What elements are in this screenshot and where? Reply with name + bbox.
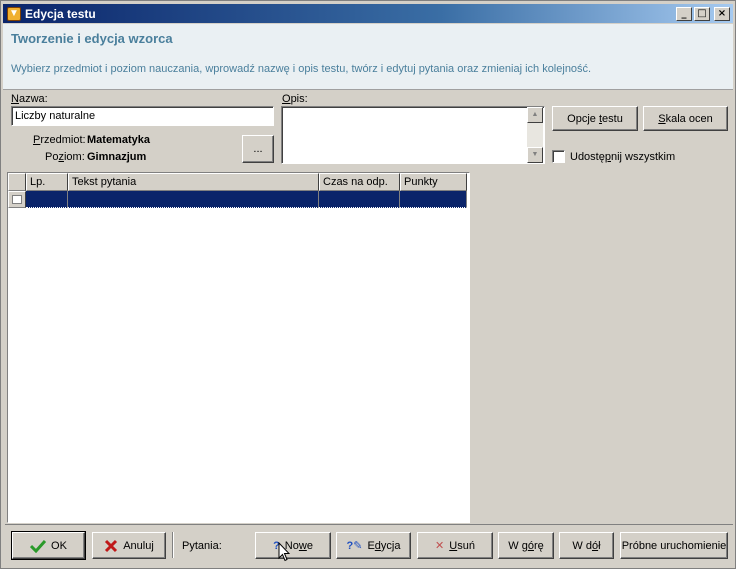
minimize-icon[interactable]: _ — [676, 6, 692, 21]
header-panel: Tworzenie i edycja wzorca Wybierz przedm… — [3, 24, 733, 90]
browse-subject-button[interactable]: ... — [242, 135, 274, 163]
cell-number[interactable] — [26, 191, 68, 208]
maximize-icon[interactable]: □ — [694, 6, 710, 21]
subject-value: Matematyka — [87, 134, 150, 146]
header-title: Tworzenie i edycja wzorca — [11, 31, 173, 46]
cell-points[interactable] — [400, 191, 467, 208]
level-label: Poziom: — [45, 151, 85, 163]
description-textarea[interactable]: ▲ ▼ — [281, 106, 545, 164]
move-down-button[interactable]: W dół — [559, 532, 614, 559]
grid-header: Lp. Tekst pytania Czas na odp. Punkty — [8, 173, 467, 191]
name-label: Nazwa: — [11, 93, 48, 105]
close-icon[interactable]: × — [714, 6, 730, 21]
questions-grid[interactable]: Lp. Tekst pytania Czas na odp. Punkty — [7, 172, 470, 523]
column-header-answer-time[interactable]: Czas na odp. — [319, 173, 400, 191]
table-row[interactable] — [8, 191, 467, 208]
ok-label: OK — [51, 539, 67, 552]
questions-label: Pytania: — [182, 540, 222, 552]
grid-corner — [8, 173, 26, 191]
mouse-cursor-icon — [278, 542, 290, 562]
subject-label: Przedmiot: — [33, 134, 86, 146]
toolbar-separator — [172, 532, 174, 558]
header-description: Wybierz przedmiot i poziom nauczania, wp… — [11, 63, 592, 75]
cancel-button[interactable]: Anuluj — [92, 532, 166, 559]
description-scrollbar[interactable]: ▲ ▼ — [527, 107, 543, 163]
column-header-number[interactable]: Lp. — [26, 173, 68, 191]
move-up-button[interactable]: W górę — [498, 532, 554, 559]
delete-question-icon: ✕ — [435, 540, 445, 552]
edit-question-icon: ?✎ — [346, 540, 363, 552]
share-all-label[interactable]: Udostępnij wszystkim — [570, 151, 675, 163]
row-indicator[interactable] — [8, 191, 26, 208]
check-icon — [30, 539, 47, 553]
scroll-down-icon[interactable]: ▼ — [527, 147, 543, 163]
trial-run-button[interactable]: Próbne uruchomienie — [620, 532, 728, 559]
description-text — [282, 104, 288, 122]
name-input[interactable]: Liczby naturalne — [11, 106, 274, 126]
test-options-button[interactable]: Opcje testu — [552, 106, 638, 131]
scroll-up-icon[interactable]: ▲ — [527, 107, 543, 123]
cancel-label: Anuluj — [123, 539, 154, 552]
grading-scale-button[interactable]: Skala ocen — [643, 106, 728, 131]
share-all-checkbox[interactable] — [552, 150, 565, 163]
cell-answer-time[interactable] — [319, 191, 400, 208]
window-title: Edycja testu — [25, 6, 96, 21]
column-header-points[interactable]: Punkty — [400, 173, 467, 191]
level-value: Gimnazjum — [87, 151, 147, 163]
column-header-question-text[interactable]: Tekst pytania — [68, 173, 319, 191]
title-bar[interactable]: ▼ Edycja testu _ □ × — [3, 4, 733, 23]
row-edit-icon — [12, 195, 22, 204]
app-icon: ▼ — [7, 6, 21, 21]
edit-question-button[interactable]: ?✎ Edycja — [336, 532, 411, 559]
ok-button[interactable]: OK — [11, 531, 86, 560]
new-question-button[interactable]: ? Nowe — [255, 532, 331, 559]
delete-question-button[interactable]: ✕ Usuń — [417, 532, 493, 559]
cell-question-text[interactable] — [68, 191, 319, 208]
cancel-icon — [105, 539, 118, 552]
dialog-window: ▼ Edycja testu _ □ × Tworzenie i edycja … — [0, 0, 736, 569]
window-controls: _ □ × — [676, 6, 730, 21]
